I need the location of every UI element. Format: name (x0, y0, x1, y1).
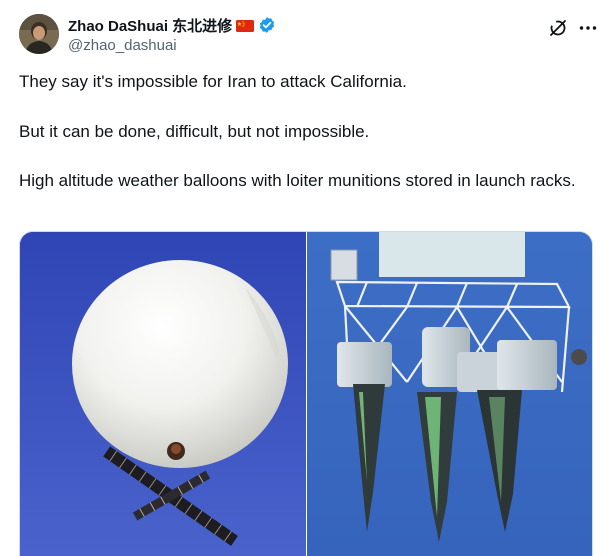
grok-icon[interactable] (548, 18, 568, 38)
avatar[interactable] (19, 14, 59, 54)
tweet-paragraph: They say it's impossible for Iran to att… (19, 72, 407, 91)
media-gallery[interactable] (19, 231, 593, 556)
launch-rack-photo[interactable] (307, 232, 592, 556)
china-flag-icon (236, 19, 255, 32)
author-handle[interactable]: @zhao_dashuai (68, 37, 177, 54)
tweet: Zhao DaShuai 东北进修 @zhao_dashuai They say… (0, 0, 611, 556)
tweet-paragraph: High altitude weather balloons with loit… (19, 171, 576, 190)
balloon-photo[interactable] (20, 232, 306, 556)
display-name[interactable]: Zhao DaShuai 东北进修 (68, 15, 232, 36)
more-icon[interactable] (578, 18, 598, 38)
author-name-row[interactable]: Zhao DaShuai 东北进修 (68, 15, 276, 35)
verified-badge-icon (258, 16, 276, 34)
tweet-paragraph: But it can be done, difficult, but not i… (19, 122, 370, 141)
